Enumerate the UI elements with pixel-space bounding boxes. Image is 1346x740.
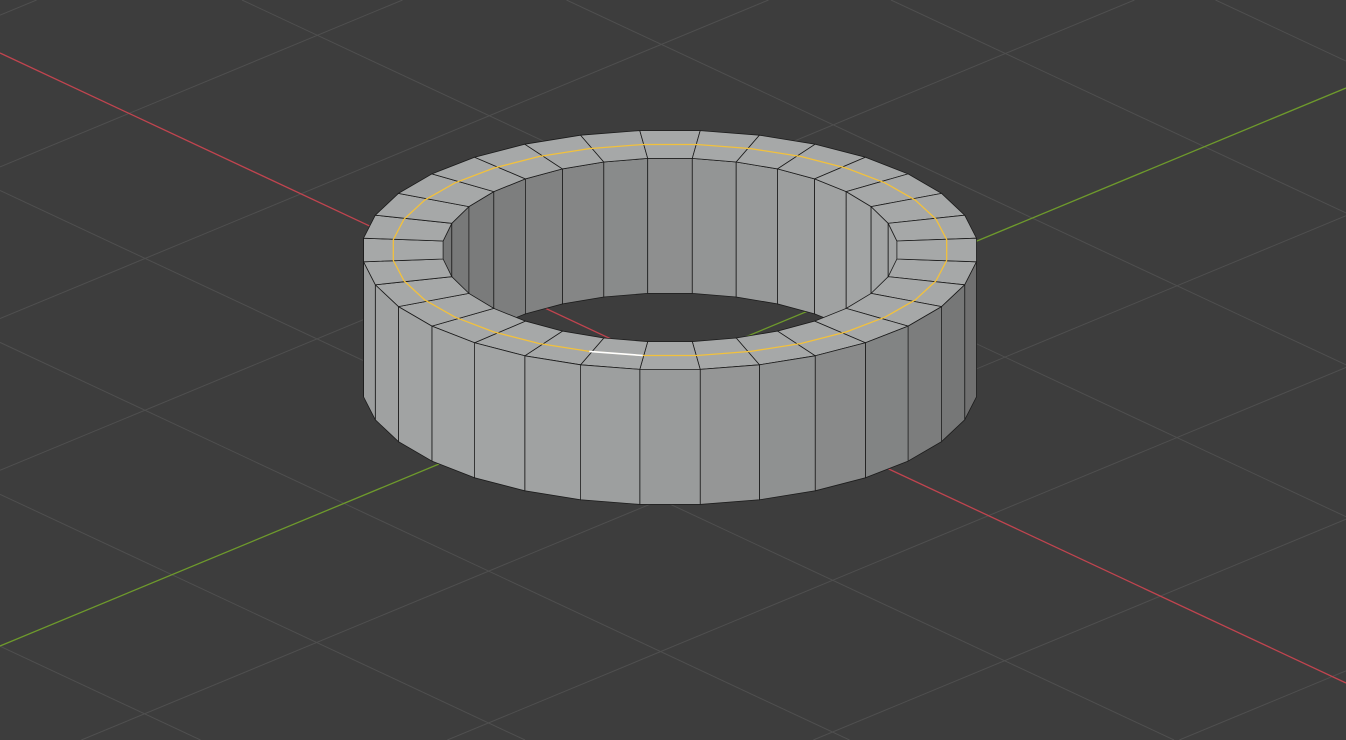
outer-wall-face [363,261,376,420]
grid-line [0,493,526,740]
inner-wall-face [691,157,737,298]
grid-line [813,518,1346,740]
outer-wall-face [397,305,433,462]
inner-wall-face [647,157,693,294]
outer-wall-face [907,305,942,462]
inner-wall-face [814,178,847,328]
outer-wall-face [814,342,866,492]
outer-wall-face [431,325,476,479]
top-face [363,237,444,263]
inner-wall-face [562,161,605,305]
inner-wall-face [525,168,563,315]
outer-wall-face [374,283,399,443]
grid-line [0,0,37,16]
inner-wall-face [493,178,526,328]
inner-wall-face [603,157,649,298]
grid-line [890,0,1346,214]
viewport-canvas[interactable] [0,0,1346,740]
outer-wall-face [865,325,909,479]
ring-mesh[interactable] [362,130,978,505]
outer-wall-face [639,368,701,505]
outer-wall-face [474,342,526,492]
outer-wall-face [580,364,641,505]
grid-line [1179,670,1346,740]
grid-line [1215,0,1346,62]
inner-wall-face [735,161,778,305]
grid-line [0,645,201,740]
outer-wall-face [699,364,760,505]
grid-line [0,0,403,168]
outer-wall-face [964,261,977,420]
outer-wall-face [759,355,816,501]
outer-wall-face [941,283,966,443]
3d-viewport[interactable] [0,0,1346,740]
inner-wall-face [777,168,815,315]
top-face [896,237,977,263]
outer-wall-face [524,355,581,501]
